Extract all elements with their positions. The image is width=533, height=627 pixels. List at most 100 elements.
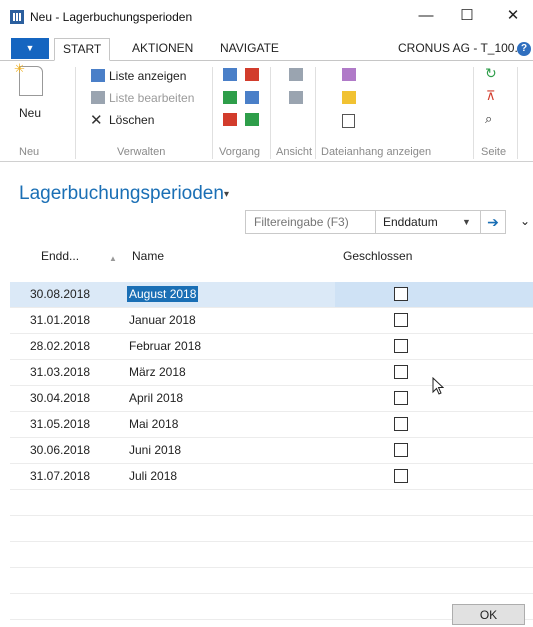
table-row[interactable]: 31.07.2018 Juli 2018	[10, 464, 533, 490]
close-period-icon[interactable]	[223, 91, 237, 104]
ribbon-tab-bar: ▼ START AKTIONEN NAVIGATE CRONUS AG - T_…	[0, 38, 533, 61]
table-row[interactable]: 30.06.2018 Juni 2018	[10, 438, 533, 464]
data-grid: 30.08.2018 August 2018 31.01.2018 Januar…	[10, 282, 533, 620]
group-label-verwalten: Verwalten	[117, 146, 166, 158]
view-list-icon[interactable]	[289, 91, 303, 104]
empty-row[interactable]	[10, 542, 533, 568]
links-icon[interactable]	[342, 68, 356, 81]
list-view-icon	[91, 69, 105, 82]
report-icon[interactable]	[223, 113, 237, 126]
liste-bearbeiten-label: Liste bearbeiten	[109, 91, 195, 105]
table-row[interactable]: 30.04.2018 April 2018	[10, 386, 533, 412]
attachment-icon[interactable]	[342, 114, 355, 128]
close-button[interactable]: ✕	[493, 4, 533, 28]
entries-icon[interactable]	[245, 91, 259, 104]
group-separator	[212, 67, 213, 159]
chevron-down-icon[interactable]: ▼	[462, 211, 471, 233]
application-menu-button[interactable]: ▼	[11, 38, 49, 59]
table-row[interactable]: 30.08.2018 August 2018	[10, 282, 533, 308]
find-icon[interactable]: ⌕	[485, 111, 492, 127]
table-row[interactable]: 31.05.2018 Mai 2018	[10, 412, 533, 438]
mouse-pointer-icon	[432, 377, 444, 395]
cell-name[interactable]: März 2018	[129, 365, 186, 379]
group-label-neu: Neu	[19, 146, 40, 158]
closed-checkbox[interactable]	[394, 339, 408, 353]
empty-row[interactable]	[10, 490, 533, 516]
cell-end-date: 30.06.2018	[30, 443, 91, 457]
ok-button[interactable]: OK	[452, 604, 525, 625]
loeschen-label: Löschen	[109, 113, 155, 127]
column-header-date[interactable]: Endd...	[41, 249, 79, 263]
calendar-icon[interactable]	[245, 68, 259, 81]
help-icon[interactable]: ?	[517, 42, 531, 56]
cell-end-date: 31.07.2018	[30, 469, 91, 483]
window-title: Neu - Lagerbuchungsperioden	[30, 10, 193, 24]
adjust-icon[interactable]	[245, 113, 259, 126]
new-document-icon: ✳	[14, 61, 43, 96]
group-separator	[473, 67, 474, 159]
empty-row[interactable]	[10, 516, 533, 542]
closed-checkbox[interactable]	[394, 365, 408, 379]
group-label-ansicht: Ansicht	[276, 146, 313, 158]
group-label-dateianhang: Dateianhang anzeigen	[321, 146, 432, 158]
cell-name[interactable]: August 2018	[127, 286, 199, 302]
group-separator	[270, 67, 271, 159]
closed-checkbox[interactable]	[394, 287, 408, 301]
column-header-name[interactable]: Name	[132, 249, 164, 263]
cell-end-date: 31.01.2018	[30, 313, 91, 327]
focused-cell	[335, 282, 533, 307]
cell-name[interactable]: Juni 2018	[129, 443, 181, 457]
page-title[interactable]: Lagerbuchungsperioden	[19, 183, 224, 205]
cell-end-date: 31.05.2018	[30, 417, 91, 431]
cell-end-date: 30.08.2018	[30, 287, 91, 301]
group-label-seite: Seite	[481, 146, 507, 158]
neu-label: Neu	[19, 106, 42, 120]
posting-period-icon[interactable]	[223, 68, 237, 81]
closed-checkbox[interactable]	[394, 417, 408, 431]
group-label-vorgang: Vorgang	[219, 146, 260, 158]
app-icon	[10, 10, 24, 24]
liste-anzeigen-button[interactable]: Liste anzeigen	[88, 67, 208, 85]
company-name[interactable]: CRONUS AG - T_100...	[398, 38, 525, 59]
cell-name[interactable]: Februar 2018	[129, 339, 201, 353]
group-separator	[75, 67, 76, 159]
minimize-button[interactable]: —	[406, 4, 446, 28]
liste-bearbeiten-button[interactable]: Liste bearbeiten	[88, 89, 208, 107]
column-header-closed[interactable]: Geschlossen	[343, 249, 412, 263]
table-row[interactable]: 31.01.2018 Januar 2018	[10, 308, 533, 334]
closed-checkbox[interactable]	[394, 313, 408, 327]
closed-checkbox[interactable]	[394, 469, 408, 483]
cell-end-date: 30.04.2018	[30, 391, 91, 405]
table-row[interactable]: 31.03.2018 März 2018	[10, 360, 533, 386]
title-bar: Neu - Lagerbuchungsperioden — ☐ ✕	[0, 0, 533, 34]
cell-end-date: 28.02.2018	[30, 339, 91, 353]
notes-icon[interactable]	[342, 91, 356, 104]
filter-input[interactable]	[246, 211, 376, 233]
expand-chevron-icon[interactable]: ⌄	[520, 214, 530, 228]
filter-bar: Enddatum ▼ ➔	[245, 210, 506, 234]
cell-name[interactable]: Mai 2018	[129, 417, 178, 431]
loeschen-button[interactable]: ✕ Löschen	[88, 111, 208, 129]
sort-ascending-icon: ▲	[109, 254, 117, 263]
refresh-icon[interactable]: ↻	[485, 65, 497, 82]
delete-x-icon: ✕	[90, 112, 103, 129]
cell-end-date: 31.03.2018	[30, 365, 91, 379]
empty-row[interactable]	[10, 568, 533, 594]
group-separator	[315, 67, 316, 159]
closed-checkbox[interactable]	[394, 443, 408, 457]
cell-name[interactable]: Juli 2018	[129, 469, 177, 483]
ribbon: ✳ Neu Neu Liste anzeigen Liste bearbeite…	[0, 61, 533, 162]
view-icon[interactable]	[289, 68, 303, 81]
cell-name[interactable]: Januar 2018	[129, 313, 196, 327]
tab-aktionen[interactable]: AKTIONEN	[124, 38, 201, 59]
tab-navigate[interactable]: NAVIGATE	[212, 38, 287, 59]
star-icon: ✳	[14, 61, 25, 76]
arrow-right-icon[interactable]: ➔	[480, 211, 505, 233]
table-row[interactable]: 28.02.2018 Februar 2018	[10, 334, 533, 360]
closed-checkbox[interactable]	[394, 391, 408, 405]
maximize-button[interactable]: ☐	[447, 4, 487, 28]
tab-start[interactable]: START	[54, 38, 111, 61]
clear-filter-icon[interactable]: ⊼	[486, 88, 496, 104]
cell-name[interactable]: April 2018	[129, 391, 183, 405]
chevron-down-icon[interactable]: ▾	[224, 189, 229, 200]
